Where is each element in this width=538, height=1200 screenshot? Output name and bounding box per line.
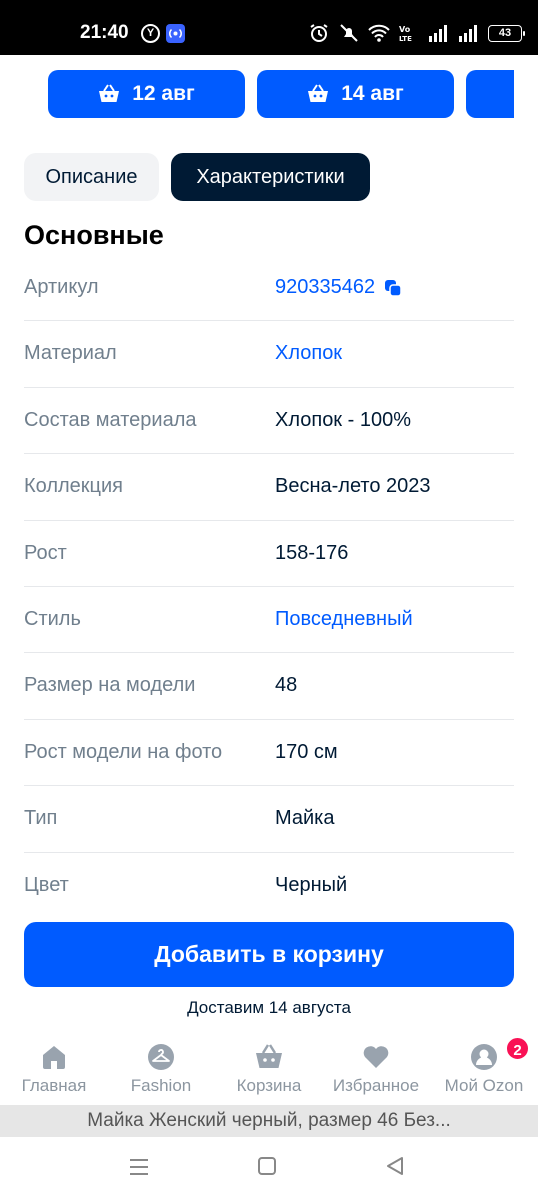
section-title: Основные [24, 220, 164, 250]
nav-label: Мой Ozon [444, 1076, 524, 1095]
delivery-dates: 12 авг 14 авг [48, 70, 514, 118]
spec-row: Стиль Повседневный [24, 587, 514, 654]
date-label: 12 авг [132, 82, 195, 105]
mute-icon [340, 24, 358, 42]
spec-value: 48 [275, 674, 298, 697]
page-title-bar[interactable]: Майка Женский черный, размер 46 Без... [0, 1105, 538, 1137]
spec-key: Рост [24, 541, 67, 564]
wifi-icon [368, 24, 390, 42]
status-time: 21:40 [80, 22, 129, 43]
spec-key: Артикул [24, 276, 99, 298]
spec-row: Рост 158-176 [24, 521, 514, 587]
copy-icon[interactable] [384, 279, 402, 297]
status-icons: Vo LTE 43 [308, 21, 525, 45]
add-to-cart-button[interactable]: Добавить в корзину [24, 922, 514, 987]
heart-icon [363, 1046, 389, 1068]
battery-indicator: 43 [488, 24, 525, 42]
spec-key: Цвет [24, 873, 69, 896]
spec-row: Рост модели на фото 170 см [24, 720, 514, 787]
svg-text:Vo: Vo [399, 25, 411, 34]
spec-value-link[interactable]: Повседневный [275, 608, 413, 631]
date-label: 14 авг [341, 82, 404, 105]
nav-label: Fashion [130, 1076, 192, 1095]
spec-row: Материал Хлопок [24, 321, 514, 388]
spec-key: Рост модели на фото [24, 740, 223, 763]
nav-home[interactable]: Главная [0, 1035, 108, 1105]
tab-specifications[interactable]: Характеристики [171, 153, 370, 201]
spec-row: Состав материала Хлопок - 100% [24, 388, 514, 455]
nav-fashion[interactable]: Fashion [107, 1035, 215, 1105]
signal-icon [459, 25, 477, 42]
spec-value: 170 см [275, 740, 338, 763]
spec-value: Хлопок - 100% [275, 408, 411, 431]
nfc-icon [166, 24, 185, 43]
profile-icon [471, 1044, 497, 1070]
system-nav-bar [0, 1137, 538, 1200]
home-square-icon[interactable] [257, 1156, 277, 1176]
nav-label: Главная [21, 1076, 87, 1095]
spec-row: Артикул 920335462 [24, 255, 514, 322]
hanger-icon [148, 1044, 174, 1070]
spec-value: Весна-лето 2023 [275, 475, 431, 498]
spec-key: Материал [24, 342, 117, 365]
menu-icon[interactable] [128, 1156, 150, 1178]
date-button-12[interactable]: 12 авг [48, 70, 245, 118]
bottom-nav: Главная Fashion Корзина Избранное Мой Oz… [0, 1035, 538, 1105]
alarm-icon [310, 24, 328, 42]
nav-favorites[interactable]: Избранное [322, 1035, 430, 1105]
article-number[interactable]: 920335462 [275, 276, 375, 299]
spec-key: Коллекция [24, 475, 124, 498]
spec-value-link[interactable]: Хлопок [275, 342, 342, 365]
spec-value: 158-176 [275, 541, 349, 564]
tab-description[interactable]: Описание [24, 153, 159, 201]
home-icon [43, 1046, 65, 1069]
spec-key: Стиль [24, 607, 81, 630]
spec-row: Коллекция Весна-лето 2023 [24, 454, 514, 521]
spec-row: Тип Майка [24, 786, 514, 853]
specs-list: Артикул 920335462 Материал Хлопок Состав… [24, 255, 514, 919]
nav-profile[interactable]: Мой Ozon 2 [430, 1035, 538, 1105]
basket-icon [256, 1044, 282, 1068]
notification-badge: 2 [505, 1036, 530, 1061]
spec-key: Размер на модели [24, 674, 196, 697]
basket-icon [99, 84, 120, 102]
nav-cart[interactable]: Корзина [215, 1035, 323, 1105]
basket-icon [308, 84, 329, 102]
volte-icon: VoLTE [399, 25, 412, 43]
status-bar: 21:40 Y Vo LTE 43 [0, 0, 538, 55]
delivery-note: Доставим 14 августа [187, 998, 351, 1017]
date-button-14[interactable]: 14 авг [257, 70, 454, 118]
spec-value: Черный [275, 873, 348, 896]
signal-icon [429, 25, 447, 42]
spec-key: Состав материала [24, 408, 197, 431]
spec-value-article[interactable]: 920335462 [275, 276, 402, 299]
svg-text:LTE: LTE [399, 35, 412, 43]
nav-label: Избранное [332, 1076, 420, 1095]
spec-row: Размер на модели 48 [24, 653, 514, 720]
date-button-next[interactable] [466, 70, 514, 118]
spec-row: Цвет Черный [24, 853, 514, 919]
back-icon[interactable] [385, 1156, 405, 1176]
spec-key: Тип [24, 807, 58, 830]
nav-label: Корзина [236, 1076, 302, 1095]
spec-value: Майка [275, 807, 335, 830]
y-app-icon: Y [141, 24, 160, 43]
